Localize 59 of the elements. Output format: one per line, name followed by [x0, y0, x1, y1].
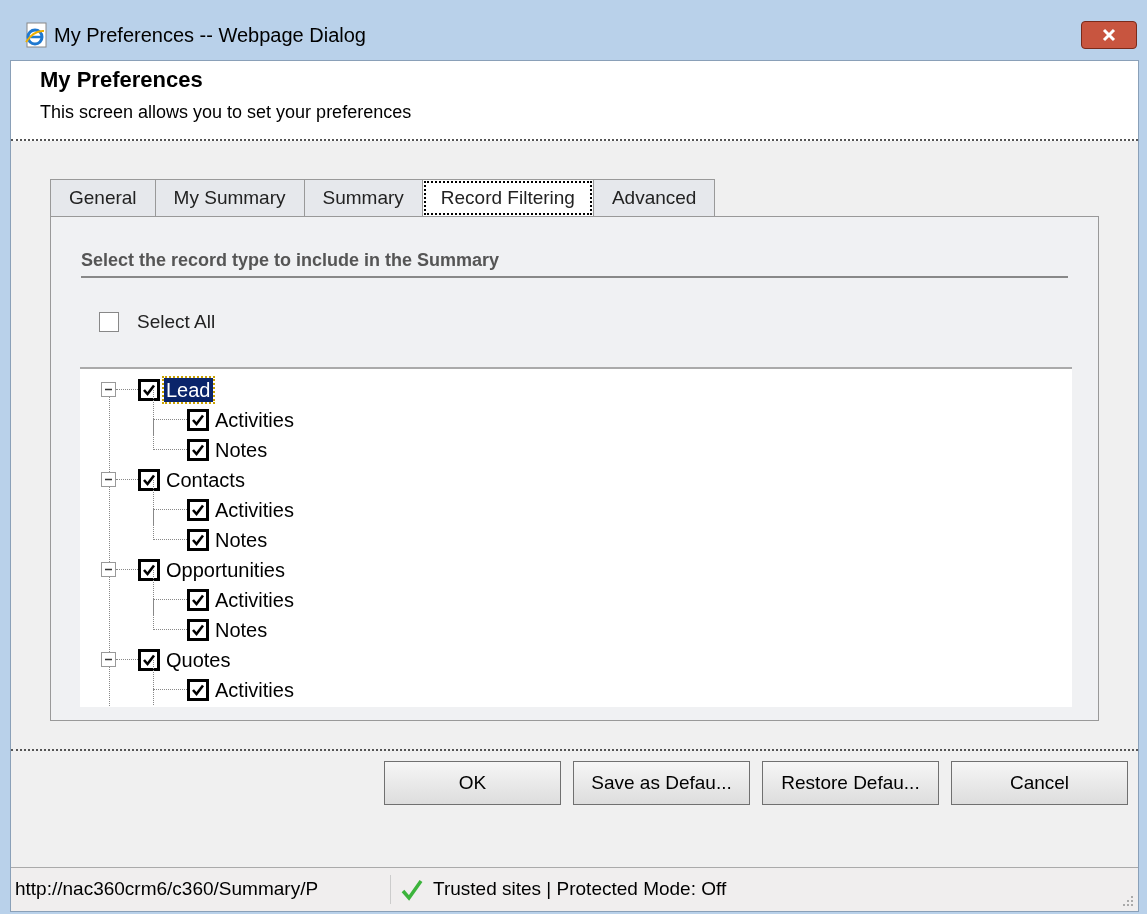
close-button[interactable]	[1081, 21, 1137, 49]
check-icon	[401, 878, 423, 901]
check-icon	[142, 472, 156, 487]
collapse-icon[interactable]	[101, 472, 116, 487]
checkbox[interactable]	[138, 558, 160, 581]
tree-item-label[interactable]: Notes	[213, 437, 270, 462]
checkbox[interactable]	[138, 648, 160, 671]
checkbox[interactable]	[138, 378, 160, 401]
checkbox[interactable]	[187, 588, 209, 611]
checkbox[interactable]	[187, 498, 209, 521]
collapse-icon[interactable]	[101, 652, 116, 667]
check-icon	[142, 382, 156, 397]
tree-item-label[interactable]: Contacts	[164, 467, 247, 492]
select-all-label: Select All	[137, 310, 216, 334]
dialog-button[interactable]: Save as Defau...	[573, 761, 750, 805]
checkbox[interactable]	[187, 528, 209, 551]
tree-item-label[interactable]: Quotes	[164, 647, 233, 672]
tab[interactable]: General	[50, 179, 156, 217]
checkbox[interactable]	[187, 438, 209, 461]
collapse-icon[interactable]	[101, 382, 116, 397]
check-icon	[191, 682, 205, 697]
browser-icon	[24, 22, 48, 48]
check-icon	[191, 412, 205, 427]
check-icon	[142, 652, 156, 667]
tree-item-label[interactable]: Activities	[213, 587, 296, 612]
window-title: My Preferences -- Webpage Dialog	[54, 23, 366, 48]
check-icon	[191, 442, 205, 457]
check-icon	[191, 502, 205, 517]
resize-grip-icon[interactable]	[1122, 895, 1134, 907]
tree-item-label[interactable]: Lead	[164, 377, 213, 402]
checkbox[interactable]	[187, 408, 209, 431]
tree-item-label[interactable]: Notes	[213, 527, 270, 552]
close-icon	[1101, 28, 1117, 42]
checkbox[interactable]	[187, 618, 209, 641]
status-url: http://nac360crm6/c360/Summary/P	[11, 875, 391, 904]
tree-item-label[interactable]: Opportunities	[164, 557, 287, 582]
tree-item-label[interactable]: Activities	[213, 677, 296, 702]
check-icon	[191, 622, 205, 637]
checkbox[interactable]	[138, 468, 160, 491]
dialog-button[interactable]: Cancel	[951, 761, 1128, 805]
tab[interactable]: Record Filtering	[421, 179, 594, 217]
check-icon	[142, 562, 156, 577]
section-heading: Select the record type to include in the Summary	[81, 247, 1068, 278]
tab[interactable]: Summary	[303, 179, 423, 217]
page-subtitle: This screen allows you to set your preferences	[40, 101, 413, 124]
tab[interactable]: My Summary	[154, 179, 305, 217]
tree-item-label[interactable]: Notes	[213, 617, 270, 642]
checkbox[interactable]	[99, 312, 119, 333]
dialog-button[interactable]: Restore Defau...	[762, 761, 939, 805]
check-icon	[191, 592, 205, 607]
dialog-button[interactable]: OK	[384, 761, 561, 805]
collapse-icon[interactable]	[101, 562, 116, 577]
page-title: My Preferences	[40, 66, 204, 94]
tab[interactable]: Advanced	[592, 179, 716, 217]
check-icon	[191, 532, 205, 547]
tree-item-label[interactable]: Activities	[213, 497, 296, 522]
security-zone: Trusted sites | Protected Mode: Off	[433, 877, 727, 902]
tree-item-label[interactable]: Activities	[213, 407, 296, 432]
checkbox[interactable]	[187, 678, 209, 701]
